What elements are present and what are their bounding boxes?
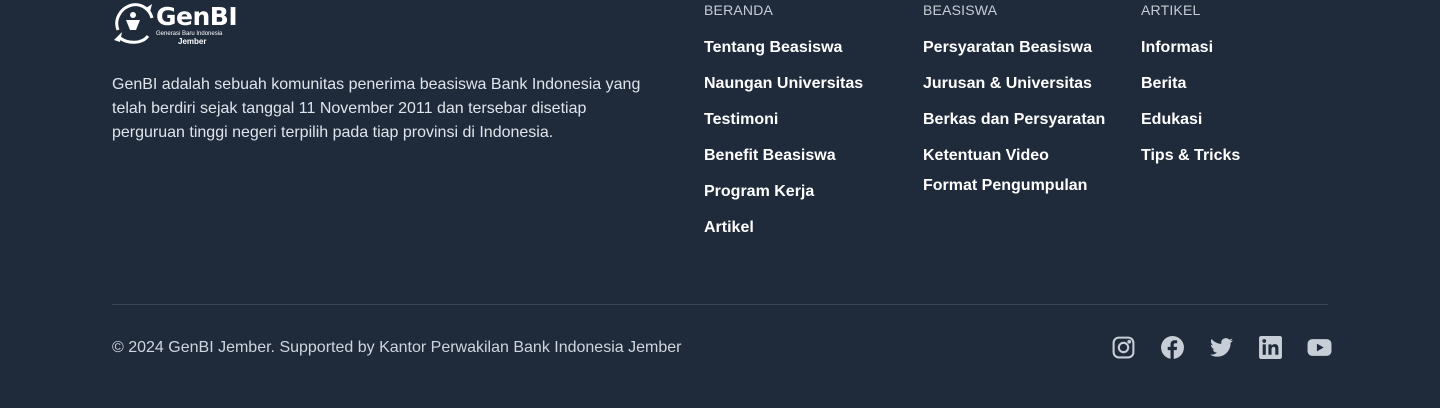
logo-wordmark: GenBI bbox=[156, 2, 238, 31]
link-artikel[interactable]: Artikel bbox=[704, 219, 754, 237]
link-persyaratan-beasiswa[interactable]: Persyaratan Beasiswa bbox=[923, 39, 1092, 57]
about-description: GenBI adalah sebuah komunitas penerima b… bbox=[112, 76, 641, 141]
youtube-icon[interactable] bbox=[1307, 335, 1332, 360]
social-links bbox=[1111, 335, 1332, 360]
copyright-text: © 2024 GenBI Jember. Supported by Kantor… bbox=[112, 339, 682, 356]
column-heading: ARTIKEL bbox=[1141, 2, 1201, 18]
twitter-icon[interactable] bbox=[1209, 335, 1234, 360]
facebook-icon[interactable] bbox=[1160, 335, 1185, 360]
link-informasi[interactable]: Informasi bbox=[1141, 39, 1213, 57]
footer-column-beasiswa: BEASISWA Persyaratan Beasiswa Jurusan & … bbox=[923, 0, 1105, 199]
link-edukasi[interactable]: Edukasi bbox=[1141, 111, 1202, 129]
linkedin-icon[interactable] bbox=[1258, 335, 1283, 360]
genbi-emblem-icon bbox=[114, 3, 154, 44]
link-berkas-persyaratan[interactable]: Berkas dan Persyaratan bbox=[923, 111, 1105, 129]
column-heading: BERANDA bbox=[704, 2, 774, 18]
logo-region: Jember bbox=[178, 37, 207, 46]
link-testimoni[interactable]: Testimoni bbox=[704, 111, 778, 129]
link-jurusan-universitas[interactable]: Jurusan & Universitas bbox=[923, 75, 1092, 93]
link-format-pengumpulan[interactable]: Format Pengumpulan bbox=[923, 177, 1087, 195]
instagram-icon[interactable] bbox=[1111, 335, 1136, 360]
genbi-logo[interactable]: GenBI Generasi Baru Indonesia Jember bbox=[112, 0, 242, 48]
link-tentang-beasiswa[interactable]: Tentang Beasiswa bbox=[704, 39, 842, 57]
link-naungan-universitas[interactable]: Naungan Universitas bbox=[704, 75, 863, 93]
column-heading: BEASISWA bbox=[923, 2, 998, 18]
footer-divider bbox=[112, 304, 1328, 305]
footer-column-beranda: BERANDA Tentang Beasiswa Naungan Univers… bbox=[704, 0, 863, 255]
footer-column-artikel: ARTIKEL Informasi Berita Edukasi Tips & … bbox=[1141, 0, 1240, 183]
link-ketentuan-video[interactable]: Ketentuan Video bbox=[923, 147, 1049, 165]
link-tips-tricks[interactable]: Tips & Tricks bbox=[1141, 147, 1240, 165]
link-berita[interactable]: Berita bbox=[1141, 75, 1186, 93]
link-program-kerja[interactable]: Program Kerja bbox=[704, 183, 814, 201]
link-benefit-beasiswa[interactable]: Benefit Beasiswa bbox=[704, 147, 836, 165]
